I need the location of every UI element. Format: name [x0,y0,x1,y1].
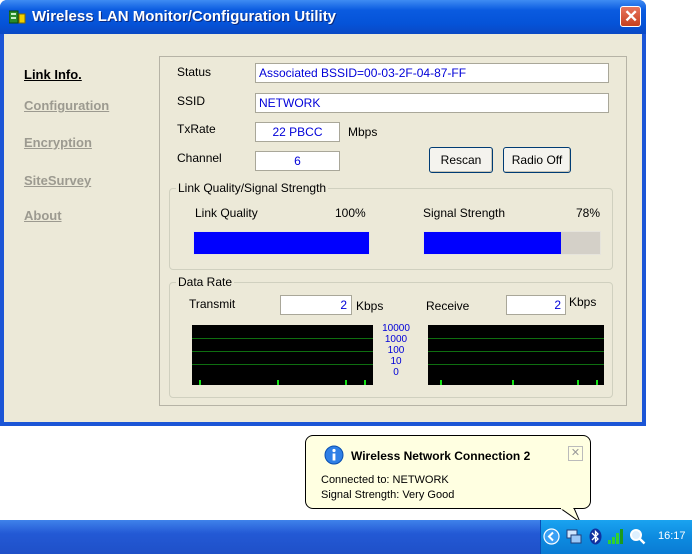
txrate-unit: Mbps [348,125,378,139]
signal-strength-bar-fill [424,232,562,254]
graph-tick [577,380,579,385]
rescan-button[interactable]: Rescan [429,147,493,173]
app-window: Wireless LAN Monitor/Configuration Utili… [0,0,646,426]
transmit-field: 2 [280,295,352,315]
signal-strength-bar [423,231,601,255]
graph-tick [277,380,279,385]
title-bar[interactable]: Wireless LAN Monitor/Configuration Utili… [0,0,646,34]
graph-tick [345,380,347,385]
ssid-field: NETWORK [255,93,609,113]
close-icon: ✕ [570,447,581,459]
transmit-unit: Kbps [356,299,384,313]
nav-sitesurvey[interactable]: SiteSurvey [24,173,91,188]
graph-gridline [428,364,604,365]
channel-field: 6 [255,151,340,171]
link-quality-bar-fill [194,232,369,254]
graph-tick [512,380,514,385]
nav-link-info[interactable]: Link Info. [24,67,82,82]
graph-gridline [192,351,373,352]
show-hidden-icons-icon[interactable] [543,528,560,545]
notification-line-2: Signal Strength: Very Good [321,489,455,501]
network-connection-icon[interactable] [565,528,582,545]
signal-strength-value: 78% [576,206,601,220]
graph-tick [440,380,442,385]
scale-label: 1000 [384,334,408,345]
notification-line-1: Connected to: NETWORK [321,474,449,486]
receive-graph [428,325,604,385]
receive-field: 2 [506,295,566,315]
system-tray: 16:17 [540,520,692,554]
signal-group-title: Link Quality/Signal Strength [176,181,329,195]
graph-gridline [428,351,604,352]
notification-close-button[interactable]: ✕ [568,446,583,461]
txrate-field: 22 PBCC [255,122,340,142]
app-icon [9,10,26,24]
link-quality-bar [193,231,370,255]
data-rate-group-title: Data Rate [176,275,235,289]
notification-title: Wireless Network Connection 2 [351,449,531,463]
taskbar: 16:17 [0,520,692,554]
scale-label: 10000 [382,323,410,334]
status-field: Associated BSSID=00-03-2F-04-87-FF [255,63,609,83]
bluetooth-icon[interactable] [587,528,604,545]
receive-label: Receive [426,299,470,313]
window-title: Wireless LAN Monitor/Configuration Utili… [32,8,337,25]
graph-gridline [192,338,373,339]
graph-tick [199,380,201,385]
info-icon [324,445,344,465]
notification-balloon[interactable]: Wireless Network Connection 2 ✕ Connecte… [305,435,591,509]
window-client-area: Link Info. Configuration Encryption Site… [4,34,642,422]
receive-unit: Kbps [569,295,597,309]
scale-label: 100 [387,345,405,356]
close-button[interactable]: ✕ [620,6,641,27]
signal-group: Link Quality/Signal Strength Link Qualit… [169,181,613,270]
signal-strength-label: Signal Strength [423,206,506,220]
transmit-label: Transmit [189,297,236,311]
transmit-graph [192,325,373,385]
rate-scale: 10000 1000 100 10 0 [381,323,411,378]
graph-tick [596,380,598,385]
ssid-label: SSID [177,94,206,108]
channel-label: Channel [177,151,222,165]
nav-configuration[interactable]: Configuration [24,98,109,113]
scale-label: 10 [390,356,402,367]
link-info-panel: Status Associated BSSID=00-03-2F-04-87-F… [159,56,627,406]
txrate-label: TxRate [177,122,216,136]
status-label: Status [177,65,212,79]
nav-encryption[interactable]: Encryption [24,135,92,150]
graph-tick [364,380,366,385]
nav-about[interactable]: About [24,208,62,223]
scale-label: 0 [393,367,399,378]
data-rate-group: Data Rate Transmit 2 Kbps Receive 2 Kbps [169,275,613,398]
link-quality-label: Link Quality [195,206,258,220]
clock[interactable]: 16:17 [658,530,686,542]
wireless-signal-icon[interactable] [607,528,624,545]
radio-off-button[interactable]: Radio Off [503,147,571,173]
graph-gridline [428,338,604,339]
graph-gridline [192,364,373,365]
search-icon[interactable] [629,528,646,545]
link-quality-value: 100% [335,206,366,220]
close-icon: ✕ [624,7,639,26]
